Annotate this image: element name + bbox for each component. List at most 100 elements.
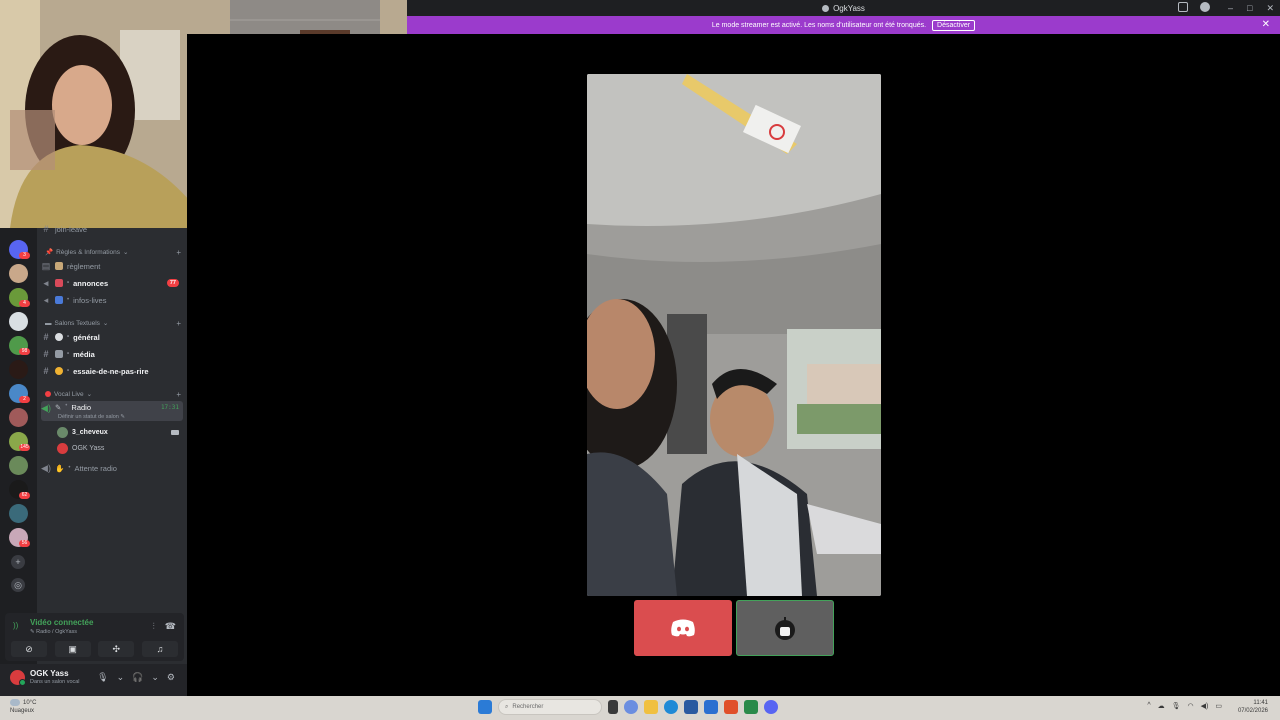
- server-icon[interactable]: [9, 456, 28, 475]
- activities-button[interactable]: ✣: [98, 641, 135, 657]
- excel-icon[interactable]: [744, 700, 758, 714]
- voice-user[interactable]: 3_cheveux: [57, 426, 181, 439]
- server-badge: 98: [19, 348, 30, 355]
- voice-panel-actions: ⫶ ☎: [153, 621, 176, 632]
- store-icon[interactable]: [684, 700, 698, 714]
- category-label: Salons Textuels: [54, 319, 100, 327]
- battery-icon[interactable]: ▭: [1215, 702, 1222, 710]
- hash-icon: #: [43, 366, 49, 376]
- voice-channel-path[interactable]: ✎ Radio / OgkYass: [30, 629, 77, 635]
- help-icon[interactable]: [1200, 2, 1210, 12]
- inbox-icon[interactable]: [1178, 2, 1188, 12]
- channel-name: infos-lives: [73, 295, 107, 305]
- add-server-icon[interactable]: +: [11, 555, 25, 569]
- weather-widget[interactable]: 10°C Nuageux: [10, 699, 36, 715]
- server-badge: 145: [19, 444, 30, 451]
- channel-status-hint[interactable]: Définir un statut de salon ✎: [58, 414, 125, 420]
- maximize-button[interactable]: □: [1247, 3, 1252, 13]
- avatar[interactable]: [10, 670, 26, 686]
- channel-attente-radio[interactable]: ◀) ✋ • Attente radio: [41, 461, 183, 475]
- add-channel-icon[interactable]: +: [176, 319, 181, 328]
- channel-join-leave[interactable]: # join-leave: [41, 222, 183, 236]
- user-status: Dans un salon vocal: [30, 679, 80, 685]
- channel-general[interactable]: # • général: [41, 330, 183, 344]
- microphone-icon[interactable]: 🎙: [1172, 702, 1181, 710]
- windows-taskbar: 10°C Nuageux ⌕ Rechercher ^ ☁ 🎙 ◠ ◀) ▭ 1…: [0, 696, 1280, 720]
- mail-icon[interactable]: [704, 700, 718, 714]
- taskbar-apps: ⌕ Rechercher: [478, 699, 778, 715]
- copilot-icon[interactable]: [624, 700, 638, 714]
- server-icon[interactable]: [9, 264, 28, 283]
- channel-name: Radio: [71, 403, 92, 412]
- noise-suppression-icon[interactable]: ⫶: [153, 621, 155, 632]
- hand-icon: ✋: [55, 463, 65, 473]
- server-icon[interactable]: [9, 504, 28, 523]
- chevron-up-icon[interactable]: ^: [1147, 702, 1150, 710]
- banner-message: Le mode streamer est activé. Les noms d'…: [711, 21, 927, 29]
- banner-close-icon[interactable]: ✕: [1262, 19, 1270, 30]
- discover-icon[interactable]: ◎: [11, 578, 25, 592]
- minimize-button[interactable]: –: [1228, 3, 1233, 13]
- channel-name: règlement: [67, 261, 101, 271]
- app-icon: [822, 4, 830, 12]
- voice-action-row: ⊘ ▣ ✣ ♫: [11, 641, 178, 657]
- gear-icon[interactable]: ⚙: [167, 672, 175, 683]
- chevron-down-icon: ⌄: [86, 391, 93, 398]
- category-rules[interactable]: 📌 Règles & Informations ⌄ +: [45, 248, 181, 257]
- volume-icon[interactable]: ◀): [1201, 702, 1209, 710]
- folder-icon: [55, 350, 63, 358]
- server-icon[interactable]: [9, 408, 28, 427]
- category-vocal[interactable]: Vocal Live ⌄ +: [45, 390, 181, 399]
- chevron-down-icon: ⌄: [102, 320, 109, 327]
- windows-start-icon[interactable]: [478, 700, 492, 714]
- channel-infos-lives[interactable]: ◂ • infos-lives: [41, 293, 183, 307]
- avatar: [57, 443, 68, 454]
- discord-taskbar-icon[interactable]: [764, 700, 778, 714]
- file-explorer-icon[interactable]: [644, 700, 658, 714]
- focused-video[interactable]: [587, 74, 881, 596]
- disable-streamer-button[interactable]: Désactiver: [932, 19, 976, 31]
- disconnect-icon[interactable]: ☎: [165, 621, 176, 632]
- category-label: Règles & Informations: [56, 248, 121, 256]
- channel-essaie[interactable]: # • essaie-de-ne-pas-rire: [41, 364, 183, 378]
- streamer-mode-banner: Le mode streamer est activé. Les noms d'…: [407, 16, 1280, 34]
- soundboard-button[interactable]: ♫: [141, 641, 178, 657]
- user-controls: 🎙 ⌄ 🎧 ⌄ ⚙: [97, 672, 175, 683]
- channel-name: média: [73, 349, 95, 359]
- microphone-icon: ✎: [55, 403, 62, 412]
- cloud-icon[interactable]: ☁: [1158, 702, 1165, 710]
- participant-tile-discord[interactable]: [634, 600, 732, 656]
- channel-annonces[interactable]: ◂ • annonces 77: [41, 276, 183, 290]
- separator-dot: •: [67, 280, 70, 286]
- channel-name: Attente radio: [74, 463, 117, 473]
- voice-user[interactable]: OGK Yass: [57, 442, 181, 455]
- voice-status-title: Vidéo connectée: [30, 618, 94, 627]
- headphones-icon[interactable]: 🎧: [132, 672, 143, 683]
- edge-icon[interactable]: [664, 700, 678, 714]
- channel-media[interactable]: # • média: [41, 347, 183, 361]
- search-icon: ⌕: [505, 703, 509, 710]
- channel-reglement[interactable]: ▤ règlement: [41, 259, 183, 273]
- participant-tile-avatar[interactable]: [736, 600, 834, 656]
- window-controls: – □ ✕: [1228, 0, 1274, 16]
- titlebar-tools: [1178, 2, 1210, 12]
- task-view-icon[interactable]: [608, 700, 618, 714]
- server-icon[interactable]: [9, 360, 28, 379]
- category-text[interactable]: ▬ Salons Textuels ⌄ +: [45, 319, 181, 328]
- close-window-button[interactable]: ✕: [1266, 3, 1274, 14]
- taskbar-clock[interactable]: 11:41 07/02/2026: [1238, 699, 1268, 715]
- wifi-icon[interactable]: ◠: [1188, 702, 1194, 710]
- server-badge: 3: [19, 252, 30, 259]
- microphone-icon[interactable]: 🎙: [97, 672, 108, 683]
- add-channel-icon[interactable]: +: [176, 390, 181, 399]
- server-icon[interactable]: [9, 312, 28, 331]
- screen-share-button[interactable]: ▣: [54, 641, 91, 657]
- signal-icon[interactable]: )): [13, 621, 18, 630]
- chevron-down-icon[interactable]: ⌄: [151, 672, 159, 683]
- brave-icon[interactable]: [724, 700, 738, 714]
- add-channel-icon[interactable]: +: [176, 248, 181, 257]
- camera-off-button[interactable]: ⊘: [11, 641, 47, 657]
- window-titlebar: OgkYass – □ ✕: [407, 0, 1280, 16]
- taskbar-search[interactable]: ⌕ Rechercher: [498, 699, 602, 715]
- chevron-down-icon[interactable]: ⌄: [117, 672, 125, 683]
